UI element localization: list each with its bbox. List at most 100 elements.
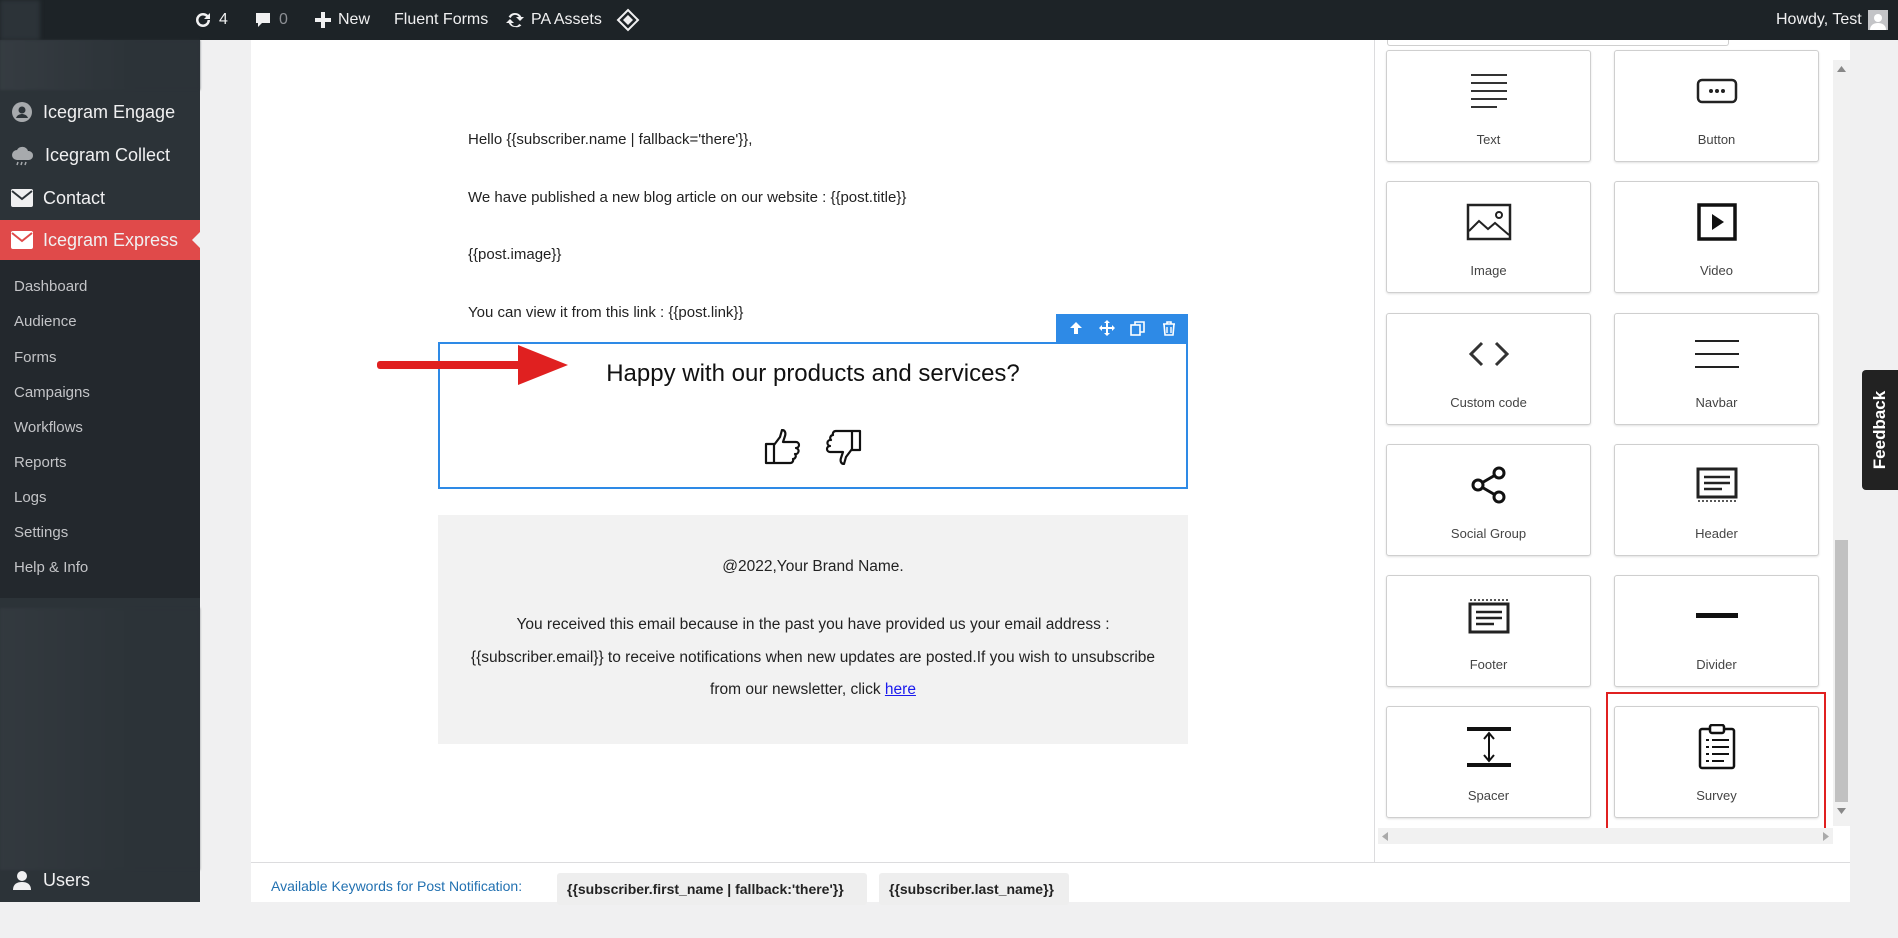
updates-count: 4 xyxy=(219,11,228,28)
blurred-logo xyxy=(0,0,40,40)
block-label: Footer xyxy=(1469,657,1508,672)
block-label: Header xyxy=(1695,526,1738,541)
users-icon xyxy=(13,871,31,890)
copy-button[interactable] xyxy=(1126,316,1150,340)
submenu-item-help[interactable]: Help & Info xyxy=(14,559,88,576)
panel-vertical-scrollbar[interactable] xyxy=(1833,60,1850,826)
new-content-item[interactable]: New xyxy=(314,0,370,40)
thumbs-up-icon[interactable] xyxy=(764,429,802,465)
divider-icon xyxy=(1695,613,1738,618)
keyword-chip[interactable]: {{subscriber.first_name | fallback:'ther… xyxy=(557,873,867,905)
updates-item[interactable]: 4 xyxy=(193,0,228,40)
sidebar-item-users[interactable]: Users xyxy=(0,860,200,900)
drag-button[interactable] xyxy=(1095,316,1119,340)
block-custom-code[interactable]: Custom code xyxy=(1386,313,1591,425)
submenu-item-dashboard[interactable]: Dashboard xyxy=(14,278,87,295)
block-label: Custom code xyxy=(1450,395,1527,410)
image-icon xyxy=(1466,203,1511,241)
header-icon xyxy=(1696,467,1737,502)
annotation-arrow xyxy=(377,345,568,385)
howdy-label: Howdy, Test xyxy=(1776,11,1862,28)
refresh-icon xyxy=(196,12,210,27)
block-label: Video xyxy=(1699,263,1733,278)
sidebar-item-contact[interactable]: Contact xyxy=(0,178,200,218)
copy-icon xyxy=(1130,320,1145,336)
move-icon xyxy=(1098,320,1115,336)
block-label: Divider xyxy=(1696,657,1737,672)
sidebar-item-tools[interactable]: Tools xyxy=(0,898,200,938)
diamond-menu-item[interactable] xyxy=(616,0,640,40)
user-account-item[interactable]: Howdy, Test xyxy=(1776,0,1888,40)
sidebar-item-icegram-express[interactable]: Icegram Express xyxy=(0,220,200,260)
keywords-bar: Available Keywords for Post Notification… xyxy=(251,862,1850,905)
scrollbar-thumb[interactable] xyxy=(1835,540,1848,802)
sidebar-item-label: Icegram Collect xyxy=(45,144,171,165)
unsubscribe-link[interactable]: here xyxy=(885,681,916,698)
scroll-up-icon[interactable] xyxy=(1837,66,1846,72)
block-footer[interactable]: Footer xyxy=(1386,575,1591,687)
email-line-title[interactable]: We have published a new blog article on … xyxy=(468,189,906,206)
block-button[interactable]: Button xyxy=(1614,50,1819,162)
wp-logo-area[interactable] xyxy=(0,0,200,40)
video-icon xyxy=(1696,203,1737,241)
blurred-menu-area xyxy=(0,40,200,90)
mail-icon xyxy=(11,189,33,207)
comments-count: 0 xyxy=(279,11,288,28)
fluent-forms-item[interactable]: Fluent Forms xyxy=(394,0,488,40)
scroll-left-icon[interactable] xyxy=(1382,832,1388,841)
panel-top-edge xyxy=(1387,40,1729,46)
move-up-button[interactable] xyxy=(1064,316,1088,340)
email-line-image[interactable]: {{post.image}} xyxy=(468,246,561,263)
footer-text-prefix: from our newsletter, click xyxy=(710,681,881,698)
submenu-item-settings[interactable]: Settings xyxy=(14,524,68,541)
block-label: Spacer xyxy=(1467,788,1510,803)
pa-assets-item[interactable]: PA Assets xyxy=(505,0,602,40)
email-footer[interactable]: @2022,Your Brand Name. You received this… xyxy=(438,515,1188,744)
sync-icon xyxy=(506,12,524,28)
feedback-tab[interactable]: Feedback xyxy=(1862,370,1898,490)
block-navbar[interactable]: Navbar xyxy=(1614,313,1819,425)
fluent-forms-label: Fluent Forms xyxy=(394,11,489,28)
submenu-item-forms[interactable]: Forms xyxy=(14,349,57,366)
panel-horizontal-scrollbar[interactable] xyxy=(1378,828,1833,844)
block-video[interactable]: Video xyxy=(1614,181,1819,293)
active-arrow xyxy=(192,232,200,248)
block-social-group[interactable]: Social Group xyxy=(1386,444,1591,556)
email-greeting[interactable]: Hello {{subscriber.name | fallback='ther… xyxy=(468,131,752,148)
delete-button[interactable] xyxy=(1157,316,1181,340)
block-spacer[interactable]: Spacer xyxy=(1386,706,1591,818)
block-label: Button xyxy=(1697,132,1736,147)
block-label: Image xyxy=(1470,263,1507,278)
annotation-highlight-box xyxy=(1606,692,1826,831)
survey-options xyxy=(440,429,1186,465)
block-header[interactable]: Header xyxy=(1614,444,1819,556)
keywords-label: Available Keywords for Post Notification… xyxy=(271,878,523,894)
scroll-right-icon[interactable] xyxy=(1823,832,1829,841)
keyword-chip[interactable]: {{subscriber.last_name}} xyxy=(879,873,1069,905)
sidebar-item-label: Contact xyxy=(43,187,106,208)
sidebar-item-label: Icegram Express xyxy=(43,229,179,250)
feedback-label: Feedback xyxy=(1870,390,1889,470)
submenu-item-reports[interactable]: Reports xyxy=(14,454,67,471)
trash-icon xyxy=(1162,320,1175,336)
submenu-item-audience[interactable]: Audience xyxy=(14,313,77,330)
block-image[interactable]: Image xyxy=(1386,181,1591,293)
email-line-link[interactable]: You can view it from this link : {{post.… xyxy=(468,304,743,321)
sidebar-item-label: Users xyxy=(43,869,91,890)
thumbs-down-icon[interactable] xyxy=(824,429,862,465)
diamond-icon xyxy=(616,8,640,32)
comments-item[interactable]: 0 xyxy=(253,0,288,40)
sidebar-item-label: Tools xyxy=(43,907,86,928)
submenu-item-logs[interactable]: Logs xyxy=(14,489,47,506)
submenu-item-campaigns[interactable]: Campaigns xyxy=(14,384,90,401)
scroll-down-icon[interactable] xyxy=(1837,808,1846,814)
footer-text-line3: from our newsletter, click here xyxy=(438,681,1188,699)
footer-icon xyxy=(1468,599,1509,634)
submenu-item-workflows[interactable]: Workflows xyxy=(14,419,83,436)
block-text[interactable]: Text xyxy=(1386,50,1591,162)
sidebar-item-icegram-collect[interactable]: Icegram Collect xyxy=(0,135,200,175)
block-divider[interactable]: Divider xyxy=(1614,575,1819,687)
footer-text-line2: {{subscriber.email}} to receive notifica… xyxy=(470,649,1156,666)
sidebar-item-icegram-engage[interactable]: Icegram Engage xyxy=(0,92,200,132)
share-icon xyxy=(1471,466,1505,504)
